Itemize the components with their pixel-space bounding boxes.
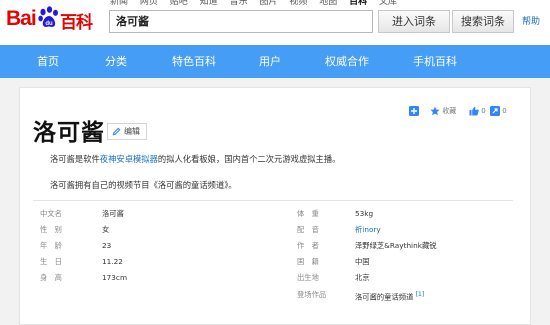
edit-label: 编辑 [124,127,140,136]
nav-user[interactable]: 用户 [245,45,295,78]
info-value-text: 洛可酱的童话频道 [355,292,414,302]
like-button[interactable]: 0 [469,104,486,118]
product-nav-item[interactable]: 图片 [259,0,277,7]
nav-home[interactable]: 首页 [23,45,73,78]
top-search-bar: 新闻 网页 贴吧 知道 音乐 图片 视频 地图 百科 文库 Bai du 百科 … [0,0,550,45]
entry-summary-2: 洛可酱拥有自己的视频节目《洛可酱的童话频道》。 [50,180,237,190]
share-icon [490,106,500,116]
entry-title: 洛可酱 [33,120,105,146]
divider [33,200,513,201]
product-nav-item[interactable]: 音乐 [230,0,248,7]
nav-partners[interactable]: 权威合作 [314,45,380,78]
product-nav-item[interactable]: 知道 [200,0,218,7]
info-value: 北京 [355,273,370,282]
star-icon [430,106,440,116]
product-nav: 新闻 网页 贴吧 知道 音乐 图片 视频 地图 百科 文库 [110,0,406,7]
product-nav-item[interactable]: 贴吧 [170,0,188,7]
nav-category[interactable]: 分类 [91,45,141,78]
search-input[interactable]: 洛可酱 [109,10,373,33]
info-label: 身 高 [40,273,62,282]
add-button[interactable] [409,104,419,118]
nav-featured[interactable]: 特色百科 [161,45,227,78]
product-nav-item-active[interactable]: 百科 [349,0,367,7]
like-count: 0 [481,107,486,115]
reference-link[interactable]: [1] [416,291,425,298]
summary-text: 洛可酱是软件 [50,154,100,164]
share-button[interactable]: 0 [490,104,507,118]
collect-button[interactable]: 收藏 [430,104,456,118]
info-label: 登场作品 [297,290,327,299]
summary-link[interactable]: 夜神安卓模拟器 [100,154,158,164]
help-link[interactable]: 帮助 [522,14,540,27]
logo-text-bai: Bai [6,7,37,30]
main-nav: 首页 分类 特色百科 用户 权威合作 手机百科 [0,45,550,78]
product-nav-item[interactable]: 视频 [289,0,307,7]
search-entry-button[interactable]: 搜索词条 [452,10,514,33]
share-count: 0 [502,107,507,115]
svg-text:du: du [45,21,53,27]
enter-entry-button[interactable]: 进入词条 [378,10,450,33]
baidu-baike-logo[interactable]: Bai du 百科 [6,6,98,33]
pencil-icon [112,127,121,136]
edit-button[interactable]: 编辑 [107,123,147,140]
info-value: 173cm [102,273,128,282]
product-nav-item[interactable]: 文库 [379,0,397,7]
entry-summary: 洛可酱是软件夜神安卓模拟器的拟人化看板娘，国内首个二次元游戏虚拟主播。 [50,153,340,165]
product-nav-item[interactable]: 地图 [319,0,337,7]
plus-square-icon [409,106,419,116]
thumbs-up-icon [469,106,479,116]
info-label: 出生地 [297,273,319,282]
product-nav-item[interactable]: 新闻 [110,0,128,7]
logo-text-baike: 百科 [60,13,93,33]
info-value: 洛可酱的童话频道 [1] [355,286,515,306]
nav-mobile[interactable]: 手机百科 [402,45,468,78]
paw-icon: du [38,6,58,27]
product-nav-item[interactable]: 网页 [140,0,158,7]
summary-text-end: 的拟人化看板娘，国内首个二次元游戏虚拟主播。 [157,154,341,164]
collect-label: 收藏 [442,107,457,115]
